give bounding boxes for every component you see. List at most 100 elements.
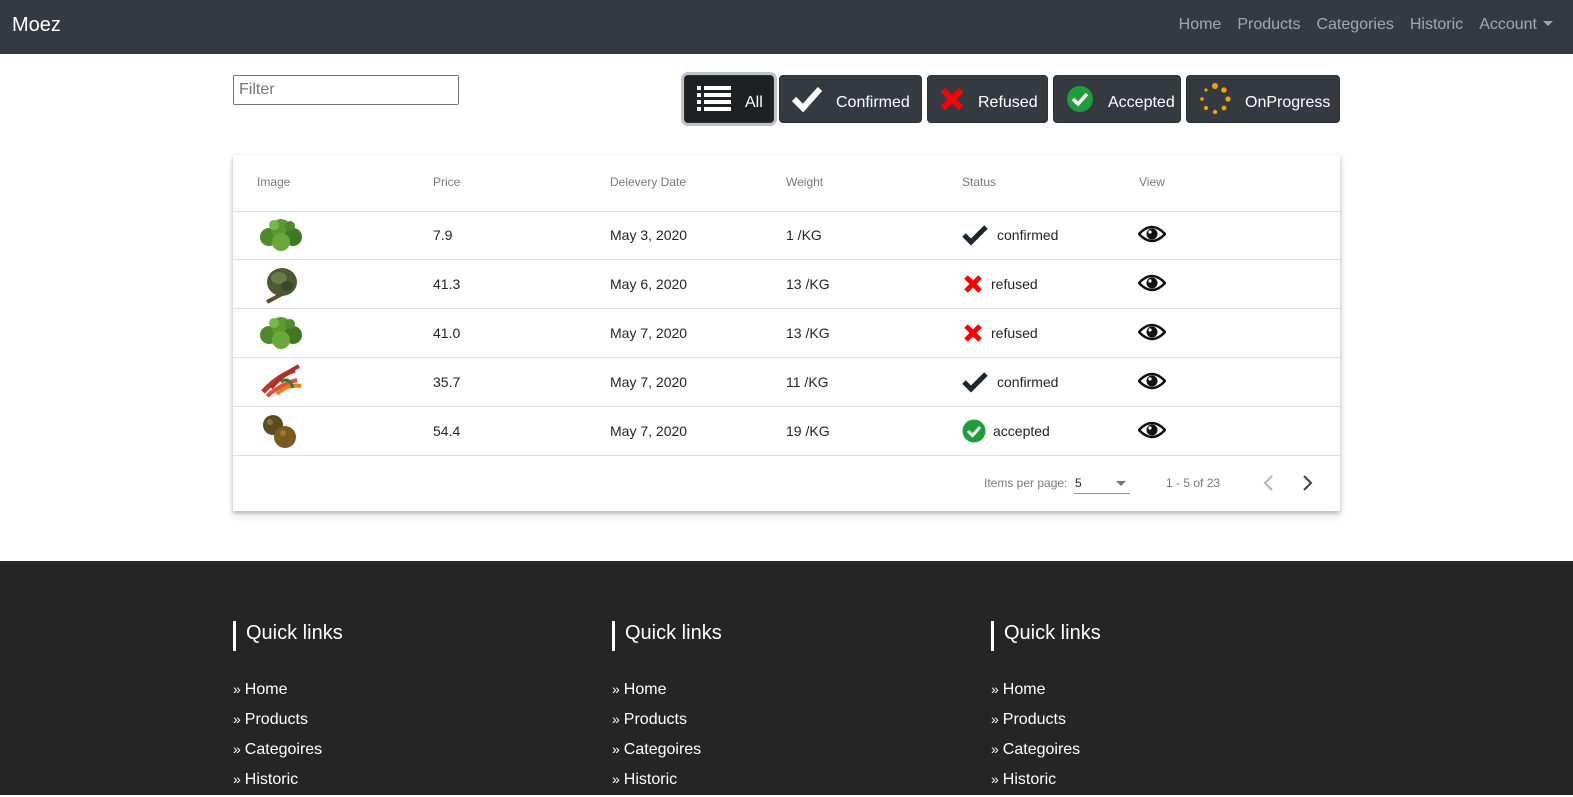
next-page-icon[interactable] — [1302, 474, 1314, 492]
filter-onprogress-label: OnProgress — [1245, 94, 1331, 111]
col-date-header[interactable]: Delevery Date — [610, 175, 686, 189]
footer-link-label: Home — [244, 681, 288, 698]
weight-cell: 13 /KG — [786, 325, 830, 341]
footer-link-label: Home — [623, 681, 667, 698]
filter-confirmed-button[interactable]: Confirmed — [779, 75, 922, 123]
status-cell: refused — [991, 325, 1038, 341]
footer-column: Quick links » Home » Products » Categoires … — [991, 621, 1101, 797]
nav-account-dropdown[interactable]: Account — [1479, 16, 1553, 34]
filter-input[interactable] — [233, 75, 459, 105]
filter-confirmed-label: Confirmed — [836, 94, 910, 111]
footer-link-label: Home — [1002, 681, 1046, 698]
footer-link-categories[interactable]: » Categoires — [612, 737, 722, 767]
status-cell: confirmed — [997, 374, 1059, 390]
col-price-header[interactable]: Price — [433, 175, 460, 189]
col-weight-header[interactable]: Weight — [786, 175, 823, 189]
filter-accepted-button[interactable]: Accepted — [1053, 75, 1181, 123]
artichoke-image — [266, 268, 297, 304]
page-range: 1 - 5 of 23 — [1166, 476, 1221, 490]
eye-icon[interactable] — [1138, 273, 1166, 293]
double-chevron-icon: » — [991, 711, 999, 727]
col-image-header[interactable]: Image — [257, 175, 290, 189]
check-circle-icon — [1066, 85, 1094, 113]
footer-link-label: Categoires — [244, 741, 323, 758]
table-row: 41.0 May 7, 2020 13 /KG refused — [233, 309, 1340, 358]
double-chevron-icon: » — [991, 741, 999, 757]
footer-title: Quick links — [612, 621, 722, 651]
weight-cell: 1 /KG — [786, 227, 822, 243]
date-cell: May 7, 2020 — [610, 423, 688, 439]
weight-cell: 13 /KG — [786, 276, 830, 292]
nav-categories[interactable]: Categories — [1316, 16, 1393, 34]
nav-home[interactable]: Home — [1179, 16, 1222, 34]
cross-icon — [964, 324, 982, 342]
footer-link-label: Products — [623, 711, 687, 728]
footer-link-categories[interactable]: » Categoires — [991, 737, 1101, 767]
filter-accepted-label: Accepted — [1108, 94, 1175, 111]
nav-links: Home Products Categories Historic Accoun… — [1163, 16, 1553, 34]
footer-link-label: Categoires — [1002, 741, 1081, 758]
footer-link-label: Historic — [623, 771, 678, 788]
eye-icon[interactable] — [1138, 371, 1166, 391]
double-chevron-icon: » — [612, 741, 620, 757]
navbar: Moez Home Products Categories Historic A… — [0, 0, 1573, 54]
weight-cell: 11 /KG — [786, 374, 829, 390]
caret-down-icon — [1543, 21, 1553, 26]
previous-page-icon[interactable] — [1262, 474, 1274, 492]
footer-link-label: Historic — [1002, 771, 1057, 788]
cross-icon — [940, 87, 964, 111]
price-cell: 54.4 — [433, 423, 461, 439]
nav-products[interactable]: Products — [1237, 16, 1300, 34]
price-cell: 41.3 — [433, 276, 461, 292]
footer-link-home[interactable]: » Home — [991, 677, 1101, 707]
double-chevron-icon: » — [233, 771, 241, 787]
footer-link-products[interactable]: » Products — [233, 707, 343, 737]
double-chevron-icon: » — [233, 711, 241, 727]
footer-column: Quick links » Home » Products » Categoires … — [233, 621, 343, 797]
filter-refused-button[interactable]: Refused — [927, 75, 1048, 123]
date-cell: May 6, 2020 — [610, 276, 688, 292]
orders-table: Image Price Delevery Date Weight Status … — [233, 155, 1340, 511]
footer-link-historic[interactable]: » Historic — [612, 767, 722, 797]
footer-link-historic[interactable]: » Historic — [991, 767, 1101, 797]
footer-link-home[interactable]: » Home — [612, 677, 722, 707]
cross-icon — [964, 275, 982, 293]
double-chevron-icon: » — [612, 681, 620, 697]
parsley-image — [260, 219, 302, 251]
footer-link-label: Products — [1002, 711, 1066, 728]
filter-onprogress-button[interactable]: OnProgress — [1186, 75, 1340, 123]
col-view-header[interactable]: View — [1139, 175, 1165, 189]
price-cell: 41.0 — [433, 325, 461, 341]
price-cell: 35.7 — [433, 374, 461, 390]
footer-title: Quick links — [233, 621, 343, 651]
filter-all-label: All — [745, 94, 763, 111]
check-icon — [962, 372, 988, 393]
eye-icon[interactable] — [1138, 420, 1166, 440]
col-status-header[interactable]: Status — [962, 175, 996, 189]
double-chevron-icon: » — [612, 711, 620, 727]
brand-logo[interactable]: Moez — [12, 14, 61, 37]
table-row: 7.9 May 3, 2020 1 /KG confirmed — [233, 211, 1340, 260]
price-cell: 7.9 — [433, 227, 453, 243]
footer-link-products[interactable]: » Products — [612, 707, 722, 737]
check-circle-icon — [962, 419, 986, 443]
check-icon — [962, 225, 988, 246]
filter-all-button[interactable]: All — [684, 75, 774, 123]
status-cell: refused — [991, 276, 1038, 292]
double-chevron-icon: » — [233, 741, 241, 757]
footer-link-home[interactable]: » Home — [233, 677, 343, 707]
peppers-image — [261, 364, 302, 398]
nav-account-label: Account — [1479, 16, 1537, 33]
footer-link-products[interactable]: » Products — [991, 707, 1101, 737]
items-per-page-value: 5 — [1075, 476, 1082, 490]
parsley-image — [260, 317, 302, 349]
eye-icon[interactable] — [1138, 224, 1166, 244]
nav-historic[interactable]: Historic — [1410, 16, 1463, 34]
double-chevron-icon: » — [233, 681, 241, 697]
eye-icon[interactable] — [1138, 322, 1166, 342]
footer-link-categories[interactable]: » Categoires — [233, 737, 343, 767]
double-chevron-icon: » — [612, 771, 620, 787]
footer-link-historic[interactable]: » Historic — [233, 767, 343, 797]
items-per-page-select[interactable]: 5 — [1074, 471, 1130, 494]
spinner-icon — [1199, 83, 1231, 115]
